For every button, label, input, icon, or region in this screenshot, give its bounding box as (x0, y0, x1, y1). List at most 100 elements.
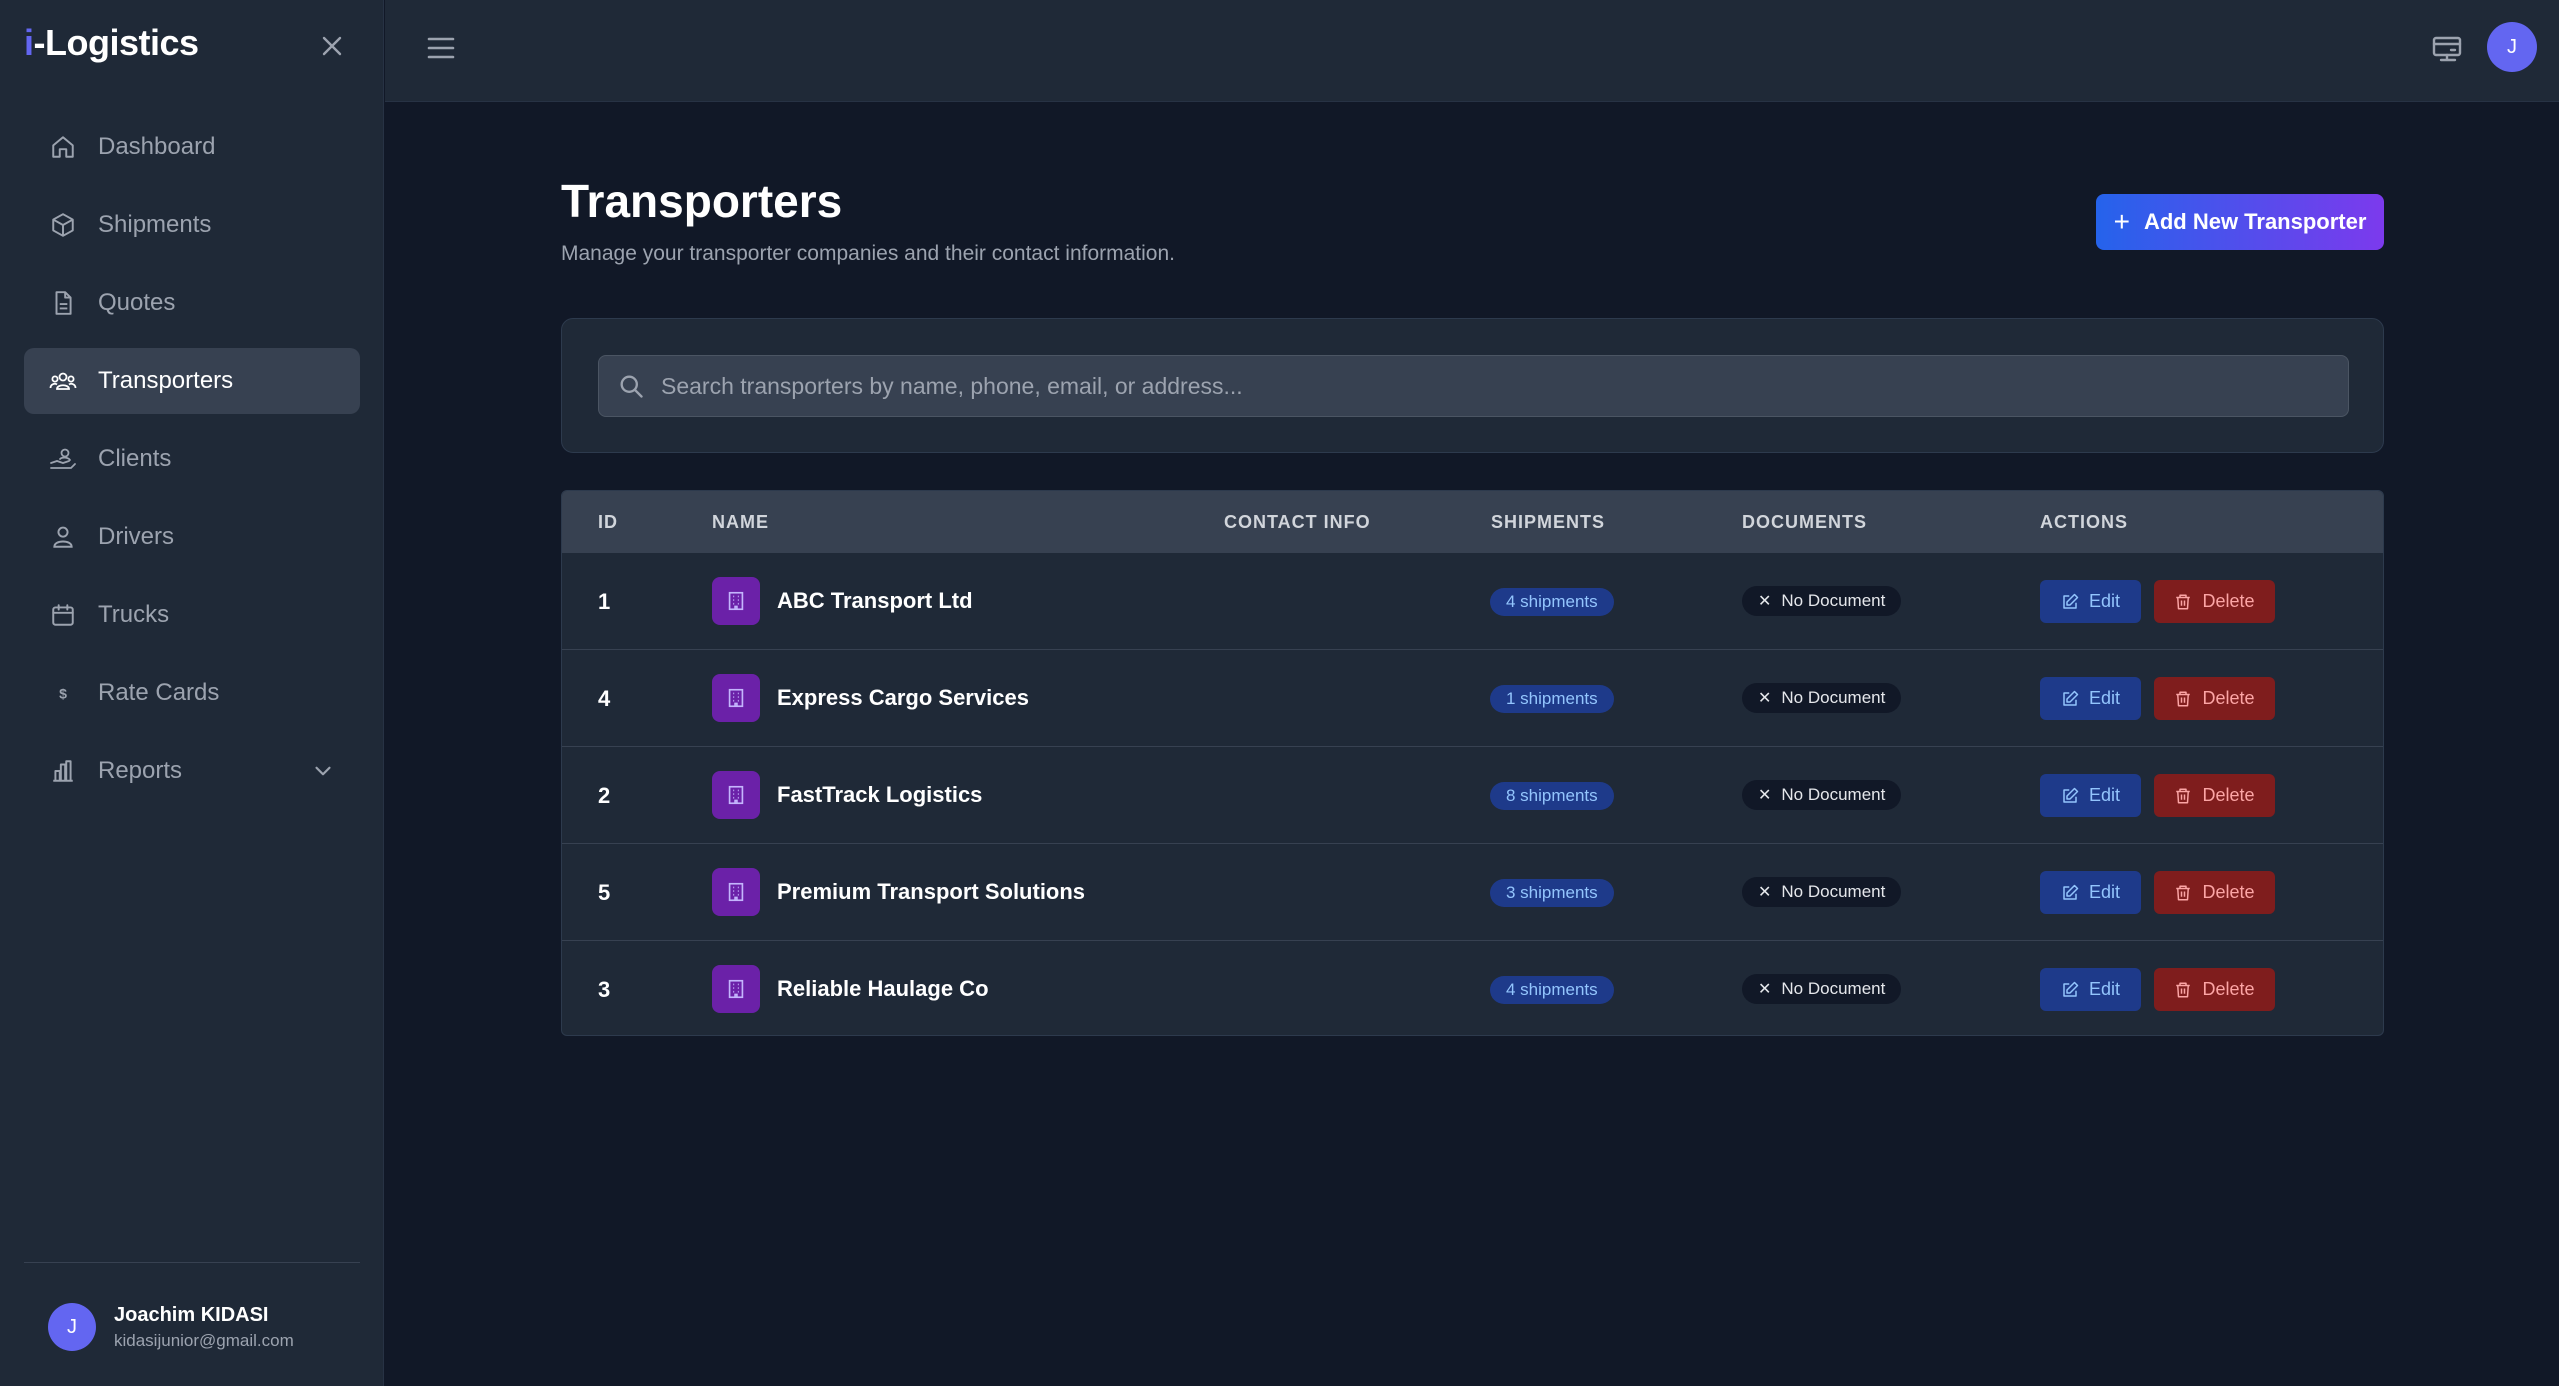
column-header-name[interactable]: NAME (712, 512, 769, 533)
bar-chart-icon (48, 756, 78, 786)
column-header-contact[interactable]: CONTACT INFO (1224, 512, 1371, 533)
delete-button[interactable]: Delete (2154, 580, 2275, 623)
building-icon (712, 965, 760, 1013)
document-status-label: No Document (1781, 688, 1886, 707)
sidebar-item-dashboard[interactable]: Dashboard (24, 114, 360, 180)
sidebar-item-label: Drivers (98, 523, 174, 550)
edit-label: Edit (2088, 882, 2121, 902)
transporter-id: 4 (598, 686, 611, 711)
sidebar-item-trucks[interactable]: Trucks (24, 582, 360, 648)
add-transporter-button[interactable]: + Add New Transporter (2096, 194, 2384, 250)
table-row[interactable]: 3 Reliable Haulage Co 4 shipments ✕ No Do… (562, 940, 2383, 1035)
building-icon (712, 674, 760, 722)
search-card (561, 318, 2384, 453)
delete-label: Delete (2202, 688, 2255, 708)
delete-button[interactable]: Delete (2154, 677, 2275, 720)
shipments-badge: 4 shipments (1490, 588, 1614, 616)
delete-button[interactable]: Delete (2154, 968, 2275, 1011)
sidebar-nav: Dashboard Shipments Quotes Transporters … (24, 114, 360, 816)
sidebar: i-Logistics Dashboard Shipments Quotes T… (0, 0, 384, 1386)
delete-label: Delete (2202, 591, 2255, 611)
sidebar-item-label: Trucks (98, 601, 170, 628)
trash-icon (2174, 884, 2192, 902)
app-logo[interactable]: i-Logistics (24, 22, 199, 64)
x-icon: ✕ (1758, 884, 1772, 901)
close-sidebar-button[interactable] (314, 28, 350, 64)
users-icon (48, 366, 78, 396)
brand-name: -Logistics (33, 22, 200, 63)
avatar[interactable]: J (2487, 22, 2537, 72)
trash-icon (2174, 787, 2192, 805)
user-profile[interactable]: J Joachim KIDASI kidasijunior@gmail.com (48, 1303, 294, 1351)
transporter-id: 3 (598, 977, 611, 1002)
client-icon (48, 444, 78, 474)
sidebar-item-rate-cards[interactable]: $ Rate Cards (24, 660, 360, 726)
transporter-name: Premium Transport Solutions (777, 879, 1086, 904)
sidebar-item-clients[interactable]: Clients (24, 426, 360, 492)
table-header: ID NAME CONTACT INFO SHIPMENTS DOCUMENTS… (562, 491, 2383, 552)
delete-label: Delete (2202, 882, 2255, 902)
building-icon (712, 868, 760, 916)
document-status-label: No Document (1781, 785, 1886, 804)
transporter-name: Reliable Haulage Co (777, 976, 989, 1001)
home-icon (48, 132, 78, 162)
column-header-documents[interactable]: DOCUMENTS (1742, 512, 1867, 533)
trash-icon (2174, 981, 2192, 999)
table-row[interactable]: 2 FastTrack Logistics 8 shipments ✕ No Do… (562, 746, 2383, 843)
edit-icon (2061, 690, 2079, 708)
user-email: kidasijunior@gmail.com (114, 1330, 294, 1350)
sidebar-item-label: Reports (98, 757, 183, 784)
delete-button[interactable]: Delete (2154, 774, 2275, 817)
add-transporter-label: Add New Transporter (2143, 209, 2367, 234)
cast-button[interactable] (2427, 30, 2467, 70)
column-header-id[interactable]: ID (598, 512, 618, 533)
sidebar-item-shipments[interactable]: Shipments (24, 192, 360, 258)
document-status-badge: ✕ No Document (1742, 780, 1902, 810)
sidebar-item-label: Quotes (98, 289, 176, 316)
x-icon: ✕ (1758, 787, 1772, 804)
calendar-icon (48, 600, 78, 630)
transporter-name: Express Cargo Services (777, 685, 1029, 710)
page-title: Transporters (561, 175, 843, 227)
sidebar-item-quotes[interactable]: Quotes (24, 270, 360, 336)
x-icon: ✕ (1758, 690, 1772, 707)
sidebar-item-label: Transporters (98, 367, 234, 394)
edit-button[interactable]: Edit (2040, 677, 2141, 720)
sidebar-item-reports[interactable]: Reports (24, 738, 360, 804)
sidebar-item-label: Clients (98, 445, 172, 472)
plus-icon: + (2113, 206, 2130, 237)
sidebar-item-drivers[interactable]: Drivers (24, 504, 360, 570)
sidebar-item-transporters[interactable]: Transporters (24, 348, 360, 414)
menu-toggle-button[interactable] (421, 28, 461, 68)
document-status-badge: ✕ No Document (1742, 683, 1902, 713)
shipments-badge: 3 shipments (1490, 879, 1614, 907)
edit-button[interactable]: Edit (2040, 580, 2141, 623)
table-row[interactable]: 1 ABC Transport Ltd 4 shipments ✕ No Docu… (562, 552, 2383, 649)
delete-button[interactable]: Delete (2154, 871, 2275, 914)
user-icon (48, 522, 78, 552)
transporters-table: ID NAME CONTACT INFO SHIPMENTS DOCUMENTS… (561, 490, 2384, 1036)
edit-button[interactable]: Edit (2040, 774, 2141, 817)
search-icon (620, 375, 643, 398)
edit-label: Edit (2088, 688, 2121, 708)
column-header-shipments[interactable]: SHIPMENTS (1491, 512, 1605, 533)
document-status-label: No Document (1781, 882, 1886, 901)
edit-button[interactable]: Edit (2040, 871, 2141, 914)
document-status-label: No Document (1781, 979, 1886, 998)
x-icon: ✕ (1758, 593, 1772, 610)
transporter-id: 2 (598, 783, 611, 808)
document-status-badge: ✕ No Document (1742, 877, 1902, 907)
edit-icon (2061, 593, 2079, 611)
table-row[interactable]: 4 Express Cargo Services 1 shipments ✕ No… (562, 649, 2383, 746)
dollar-icon: $ (48, 678, 78, 708)
search-input[interactable] (661, 372, 2311, 400)
x-icon: ✕ (1758, 981, 1772, 998)
edit-button[interactable]: Edit (2040, 968, 2141, 1011)
svg-text:$: $ (59, 685, 67, 701)
chevron-down-icon (315, 766, 331, 776)
edit-label: Edit (2088, 591, 2121, 611)
table-row[interactable]: 5 Premium Transport Solutions 3 shipment… (562, 843, 2383, 940)
search-box[interactable] (598, 355, 2349, 417)
transporter-name: FastTrack Logistics (777, 782, 983, 807)
trash-icon (2174, 593, 2192, 611)
